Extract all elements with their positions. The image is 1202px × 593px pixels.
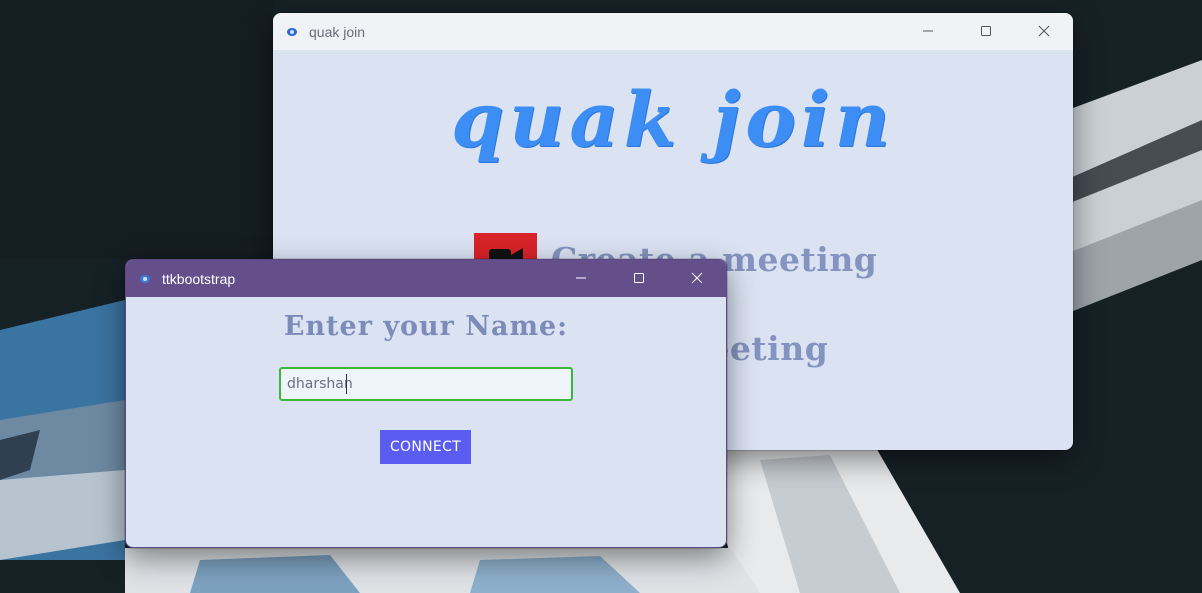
- maximize-icon: [980, 22, 992, 41]
- dialog-titlebar[interactable]: ttkbootstrap: [126, 260, 726, 297]
- minimize-button[interactable]: [899, 13, 957, 50]
- close-button[interactable]: [1015, 13, 1073, 50]
- minimize-icon: [922, 22, 934, 41]
- app-logo-icon: [137, 271, 153, 287]
- name-input[interactable]: [279, 367, 573, 401]
- name-dialog-window: ttkbootstrap Enter your Name: CONNECT: [125, 259, 727, 548]
- minimize-button[interactable]: [552, 260, 610, 297]
- text-caret: [346, 374, 347, 394]
- app-logo-icon: [284, 24, 300, 40]
- close-icon: [691, 269, 703, 288]
- maximize-icon: [633, 269, 645, 288]
- minimize-icon: [575, 269, 587, 288]
- maximize-button[interactable]: [610, 260, 668, 297]
- app-heading: quak join: [450, 75, 896, 164]
- maximize-button[interactable]: [957, 13, 1015, 50]
- close-icon: [1038, 22, 1050, 41]
- connect-button[interactable]: CONNECT: [380, 430, 471, 464]
- close-button[interactable]: [668, 260, 726, 297]
- dialog-title: ttkbootstrap: [162, 270, 236, 287]
- window-title: quak join: [309, 23, 366, 40]
- main-titlebar[interactable]: quak join: [273, 13, 1073, 50]
- name-prompt-label: Enter your Name:: [283, 311, 569, 342]
